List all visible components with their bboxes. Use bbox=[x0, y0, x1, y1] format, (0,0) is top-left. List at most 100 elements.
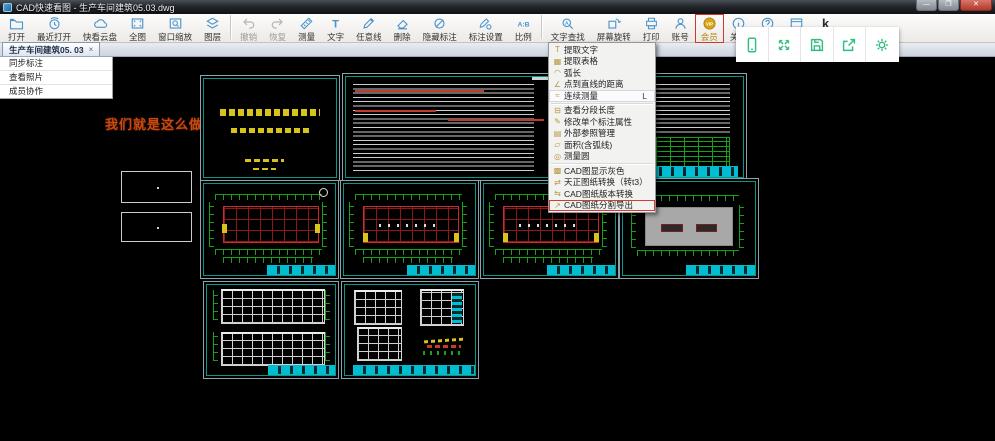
menu-item-label: 弧长 bbox=[564, 67, 652, 79]
menu-item-tianzheng-convert[interactable]: ⇄天正图纸转换（转t3） bbox=[549, 177, 655, 189]
context-panel-item-2[interactable]: 查看照片 bbox=[0, 71, 112, 85]
detail-arc-yellow bbox=[424, 338, 465, 344]
menu-item-cad-version-convert[interactable]: ⇆CAD图纸版本转换 bbox=[549, 188, 655, 200]
toolbar-measure-button[interactable]: 测量 bbox=[292, 14, 321, 43]
plan-title-block bbox=[267, 265, 336, 275]
textT-icon bbox=[328, 16, 343, 31]
cad-sheet-elevations bbox=[203, 281, 339, 379]
point-to-line-distance-icon: ∠ bbox=[551, 80, 564, 89]
ruler-icon bbox=[299, 16, 314, 31]
toolbar-delete-button[interactable]: 删除 bbox=[388, 14, 417, 43]
toolbar-text-button[interactable]: 文字 bbox=[321, 14, 350, 43]
folder-icon bbox=[9, 16, 24, 31]
roof-opening bbox=[696, 224, 717, 233]
dimension-line bbox=[355, 194, 462, 200]
stair-shaft bbox=[452, 293, 461, 322]
cloud-icon bbox=[93, 16, 108, 31]
hide-icon bbox=[432, 16, 447, 31]
notes-red-text-3 bbox=[448, 119, 545, 121]
annset-icon bbox=[478, 16, 493, 31]
extract-table-icon: ▦ bbox=[551, 57, 564, 66]
dimension-line bbox=[349, 202, 354, 247]
toolbar-hide-annotation-button[interactable]: 隐藏标注 bbox=[417, 14, 463, 43]
toolbar-layers-button[interactable]: 图层 bbox=[198, 14, 227, 43]
measure-circle-icon: ◎ bbox=[551, 152, 564, 161]
fullmap-icon bbox=[130, 16, 145, 31]
menu-item-continuous-measure[interactable]: ≈连续测量L bbox=[549, 90, 655, 102]
continuous-measure-icon: ≈ bbox=[551, 91, 564, 100]
toolbar-scale-button[interactable]: 比例 bbox=[509, 14, 538, 43]
menu-item-xref-manage[interactable]: ▤外部参照管理 bbox=[549, 128, 655, 140]
dimension-line bbox=[363, 257, 453, 263]
notes-red-text-2 bbox=[355, 110, 436, 112]
toolbar-layers-label: 图层 bbox=[204, 31, 221, 43]
zoomwin-icon bbox=[168, 16, 183, 31]
drawing-canvas[interactable]: 同步标注查看照片成员协作 我们就是这么做的 bbox=[0, 57, 995, 441]
menu-item-view-segment-length[interactable]: ⊟查看分段长度 bbox=[549, 105, 655, 117]
tab-close-icon[interactable]: × bbox=[89, 45, 94, 54]
dimension-line bbox=[209, 202, 214, 247]
center-dot bbox=[157, 187, 159, 189]
q-expand-icon bbox=[775, 36, 793, 54]
toolbar-recent-open-button[interactable]: 最近打开 bbox=[31, 14, 77, 43]
toolbar-screen-rotate-button[interactable]: 屏幕旋转 bbox=[591, 14, 637, 43]
toolbar-annotation-settings-label: 标注设置 bbox=[469, 31, 503, 43]
stair-block bbox=[315, 224, 320, 233]
quickbar-fullscreen-icon[interactable] bbox=[769, 27, 802, 62]
center-dot bbox=[157, 227, 159, 229]
document-tab[interactable]: 生产车间建筑05. 03× bbox=[2, 42, 100, 56]
context-panel-item-1[interactable]: 同步标注 bbox=[0, 57, 112, 71]
cad-split-export-icon: ↗ bbox=[551, 201, 564, 210]
menu-item-label: 外部参照管理 bbox=[564, 127, 652, 139]
stair-block bbox=[363, 233, 368, 242]
plan-grid bbox=[223, 206, 319, 243]
dimension-line bbox=[322, 202, 327, 247]
toolbar-vip-member-button[interactable]: 会员 bbox=[695, 14, 724, 43]
q-mobile-icon bbox=[743, 36, 761, 54]
toolbar-cloud-drive-button[interactable]: 快看云盘 bbox=[77, 14, 123, 43]
plan-title-block bbox=[547, 265, 616, 275]
menu-item-measure-circle[interactable]: ◎测量圆 bbox=[549, 151, 655, 163]
dimension-line bbox=[503, 257, 593, 263]
context-panel-item-3[interactable]: 成员协作 bbox=[0, 85, 112, 98]
quickbar-save-icon[interactable] bbox=[801, 27, 834, 62]
empty-frame-2 bbox=[121, 212, 192, 242]
roof-slab bbox=[645, 207, 733, 247]
elevation-view-2 bbox=[221, 332, 324, 366]
menu-item-modify-single-annotation[interactable]: ✎修改单个标注属性 bbox=[549, 116, 655, 128]
cover-subtitle-lines bbox=[231, 128, 308, 133]
menu-item-arc-length[interactable]: ◠弧长 bbox=[549, 67, 655, 79]
close-button[interactable]: ✕ bbox=[960, 0, 992, 11]
toolbar-annotation-settings-button[interactable]: 标注设置 bbox=[463, 14, 509, 43]
quickbar-mobile-icon[interactable] bbox=[736, 27, 769, 62]
toolbar-find-text-button[interactable]: 文字查找 bbox=[545, 14, 591, 43]
menu-item-extract-text[interactable]: T提取文字 bbox=[549, 44, 655, 56]
menu-item-cad-gray-display[interactable]: ▩CAD图显示灰色 bbox=[549, 165, 655, 177]
toolbar-print-button[interactable]: 打印 bbox=[637, 14, 666, 43]
maximize-button[interactable]: ❐ bbox=[938, 0, 959, 11]
menu-item-label: 提取文字 bbox=[564, 44, 652, 56]
window-title: CAD快速看图 - 生产车间建筑05.03.dwg bbox=[16, 1, 175, 14]
menu-item-cad-split-export[interactable]: ↗CAD图纸分割导出 bbox=[549, 200, 655, 212]
menu-item-label: 修改单个标注属性 bbox=[564, 116, 652, 128]
quickbar-share-icon[interactable] bbox=[834, 27, 867, 62]
toolbar-account-button[interactable]: 账号 bbox=[666, 14, 695, 43]
toolbar-free-line-button[interactable]: 任意线 bbox=[350, 14, 388, 43]
modify-single-annotation-icon: ✎ bbox=[551, 117, 564, 126]
menu-item-extract-table[interactable]: ▦提取表格 bbox=[549, 56, 655, 68]
toolbar-window-zoom-button[interactable]: 窗口缩放 bbox=[152, 14, 198, 43]
toolbar-separator bbox=[230, 15, 231, 39]
toolbar-undo-button: 撤销 bbox=[234, 14, 263, 43]
cad-sheet-cover bbox=[200, 75, 340, 181]
minimize-button[interactable]: — bbox=[916, 0, 937, 11]
toolbar-full-view-button[interactable]: 全图 bbox=[123, 14, 152, 43]
dimension-line bbox=[213, 332, 218, 361]
dimension-line bbox=[325, 332, 330, 361]
menu-item-point-to-line-distance[interactable]: ∠点到直线的距离 bbox=[549, 79, 655, 91]
quickbar-settings-icon[interactable] bbox=[866, 27, 899, 62]
menu-item-area-with-arc[interactable]: ▱面积(含弧线) bbox=[549, 139, 655, 151]
toolbar-open-button[interactable]: 打开 bbox=[2, 14, 31, 43]
menu-item-label: 查看分段长度 bbox=[564, 104, 652, 116]
cad-version-convert-icon: ⇆ bbox=[551, 189, 564, 198]
context-panel: 同步标注查看照片成员协作 bbox=[0, 57, 113, 99]
